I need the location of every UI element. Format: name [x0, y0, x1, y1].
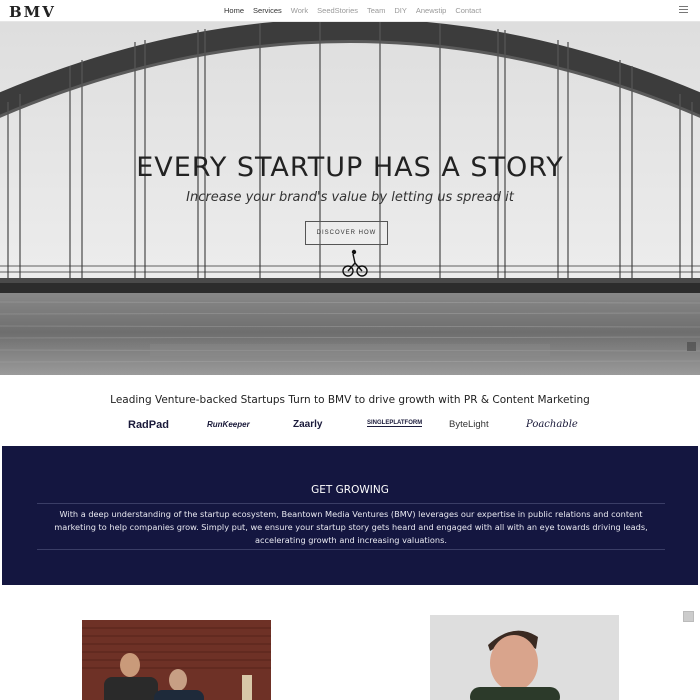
nav-item-work[interactable]: Work	[291, 6, 308, 15]
hamburger-icon[interactable]	[679, 6, 688, 14]
nav-item-anewstip[interactable]: Anewstip	[416, 6, 446, 15]
client-logo-zaarly: Zaarly	[293, 419, 323, 430]
hero-subtitle: Increase your brand's value by letting u…	[186, 190, 514, 205]
hero-title: EVERY STARTUP HAS A STORY	[136, 152, 564, 183]
nav-item-contact[interactable]: Contact	[455, 6, 481, 15]
nav-item-team[interactable]: Team	[367, 6, 385, 15]
page: BMV Home Services Work SeedStories Team …	[0, 0, 700, 700]
nav-item-home[interactable]: Home	[224, 6, 244, 15]
site-logo[interactable]: BMV	[9, 3, 56, 21]
client-logo-runkeeper: RunKeeper	[207, 420, 250, 429]
client-logo-radpad: RadPad	[128, 419, 169, 431]
nav-item-services[interactable]: Services	[253, 6, 282, 15]
top-navbar: BMV Home Services Work SeedStories Team …	[0, 0, 700, 22]
get-growing-text: With a deep understanding of the startup…	[54, 509, 648, 545]
hero-section: EVERY STARTUP HAS A STORY Increase your …	[0, 22, 700, 375]
discover-how-button[interactable]: DISCOVER HOW	[305, 221, 388, 245]
team-photo-brick-wall	[82, 620, 271, 700]
divider	[37, 549, 665, 550]
team-photo-portrait	[430, 615, 619, 700]
client-logos: RadPad RunKeeper Zaarly SINGLEPLATFORM B…	[120, 415, 590, 435]
get-growing-section: GET GROWING With a deep understanding of…	[2, 446, 698, 585]
client-logo-bytelight: ByteLight	[449, 419, 489, 430]
nav-item-seedstories[interactable]: SeedStories	[317, 6, 358, 15]
nav-item-diy[interactable]: DIY	[394, 6, 407, 15]
client-logo-poachable: Poachable	[526, 419, 578, 430]
clients-heading: Leading Venture-backed Startups Turn to …	[110, 394, 590, 406]
client-logo-singleplatform: SINGLEPLATFORM	[367, 420, 423, 427]
divider	[37, 503, 665, 504]
scroll-down-button[interactable]	[687, 342, 696, 351]
get-growing-title: GET GROWING	[311, 484, 389, 496]
side-scroll-button[interactable]	[683, 611, 694, 622]
main-menu: Home Services Work SeedStories Team DIY …	[224, 6, 490, 15]
